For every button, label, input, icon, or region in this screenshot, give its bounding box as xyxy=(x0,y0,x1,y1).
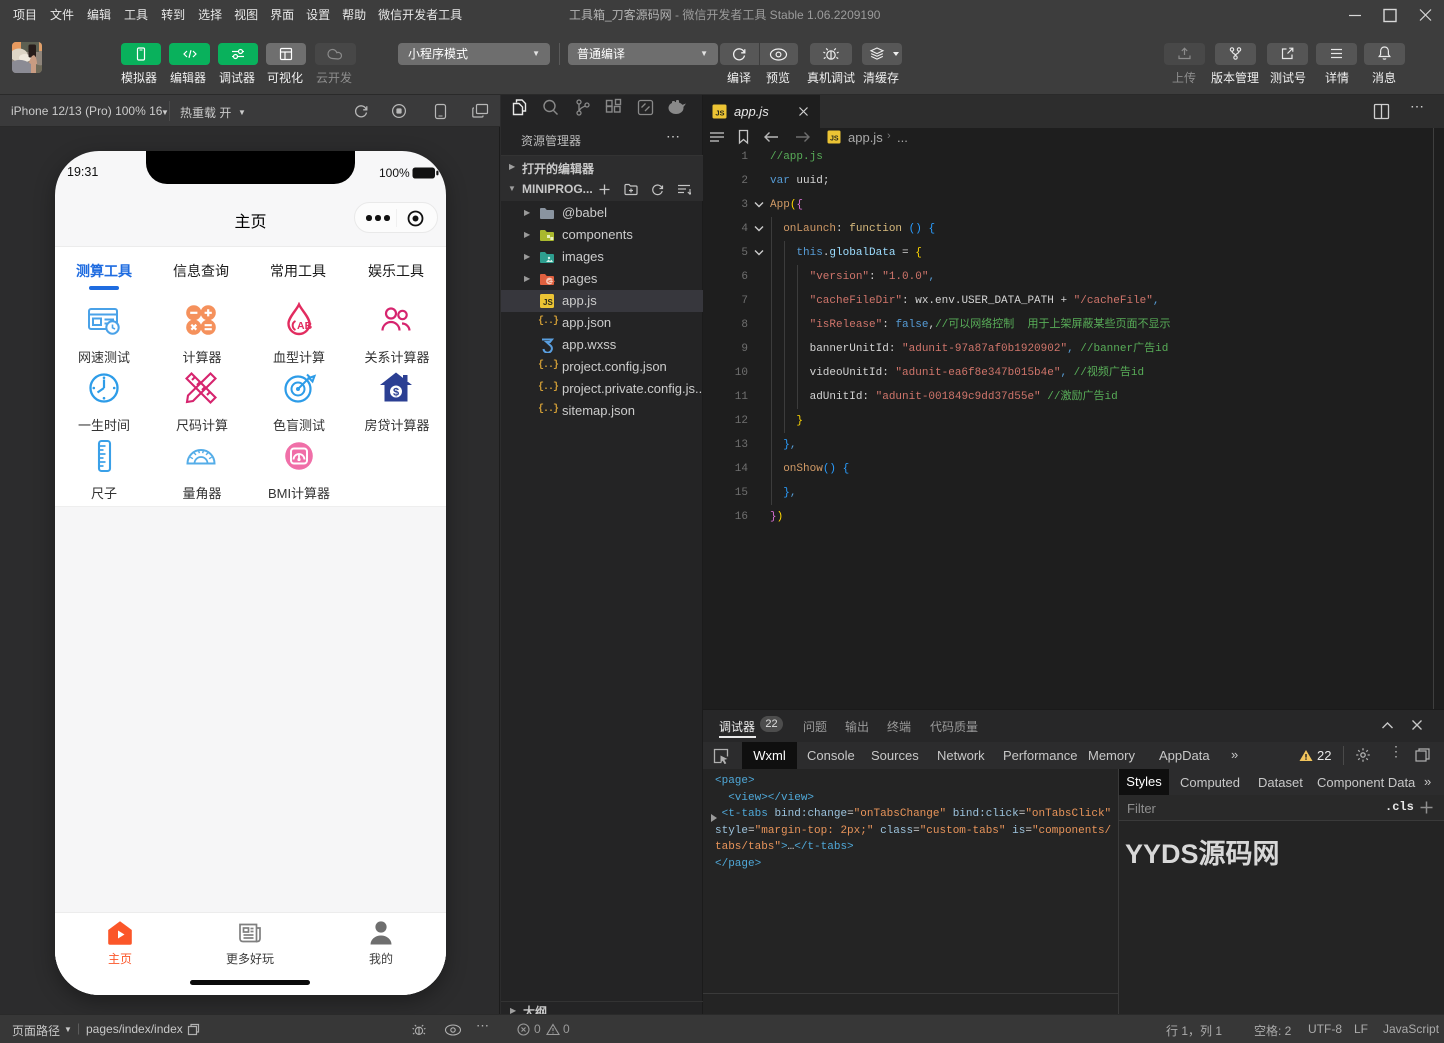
svg-text:<>: <> xyxy=(547,279,555,286)
svg-text:AB: AB xyxy=(297,320,313,332)
svg-text:$: $ xyxy=(393,387,399,399)
svg-text:JS: JS xyxy=(543,298,553,307)
svg-text:JS: JS xyxy=(715,109,724,118)
svg-text:JS: JS xyxy=(830,136,839,143)
